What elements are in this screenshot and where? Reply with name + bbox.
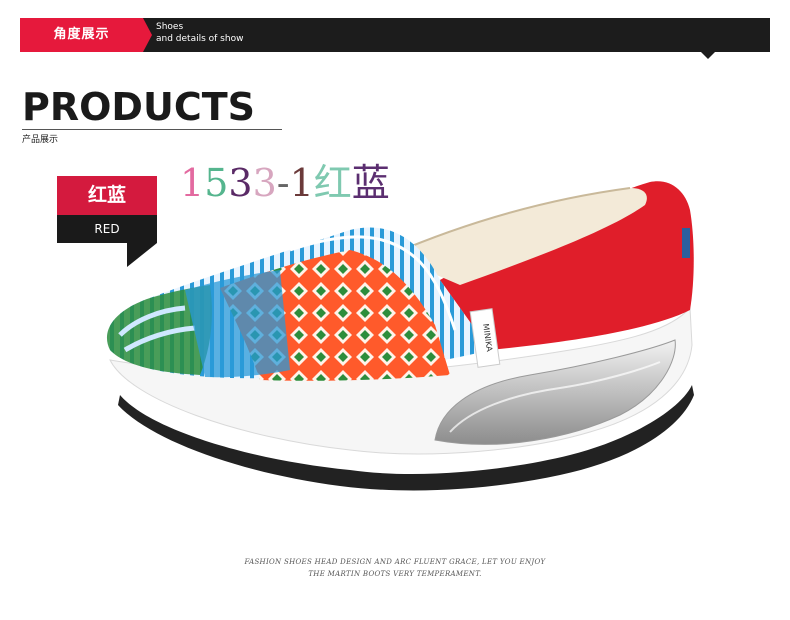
model-code: 1533-1红蓝 bbox=[180, 160, 390, 206]
products-subheading: 产品展示 bbox=[22, 135, 59, 145]
color-name-en: RED bbox=[57, 215, 157, 243]
banner-tag: 角度展示 bbox=[20, 18, 143, 52]
banner-subtitle: Shoes and details of show bbox=[156, 21, 243, 45]
banner-subtitle-line1: Shoes bbox=[156, 22, 184, 32]
banner-pointer bbox=[701, 52, 715, 59]
model-code-char: - bbox=[276, 161, 290, 205]
products-divider bbox=[22, 129, 282, 130]
footer-caption: FASHION SHOES HEAD DESIGN AND ARC FLUENT… bbox=[180, 556, 610, 580]
color-name-cn: 红蓝 bbox=[57, 176, 157, 215]
products-heading: PRODUCTS bbox=[22, 85, 255, 129]
model-code-char: 红 bbox=[313, 161, 352, 205]
model-code-char: 1 bbox=[289, 161, 314, 205]
model-code-char: 蓝 bbox=[351, 161, 390, 205]
model-code-char: 1 bbox=[180, 161, 205, 205]
caption-line1: FASHION SHOES HEAD DESIGN AND ARC FLUENT… bbox=[244, 558, 546, 566]
banner-tag-notch bbox=[143, 18, 152, 52]
model-code-char: 5 bbox=[204, 161, 229, 205]
shoe-image: MINIKA bbox=[106, 181, 694, 491]
model-code-char: 3 bbox=[228, 161, 253, 205]
banner-subtitle-line2: and details of show bbox=[156, 34, 244, 44]
caption-line2: THE MARTIN BOOTS VERY TEMPERAMENT. bbox=[308, 570, 482, 578]
color-tag-tail bbox=[127, 243, 157, 267]
model-code-char: 3 bbox=[252, 161, 277, 205]
